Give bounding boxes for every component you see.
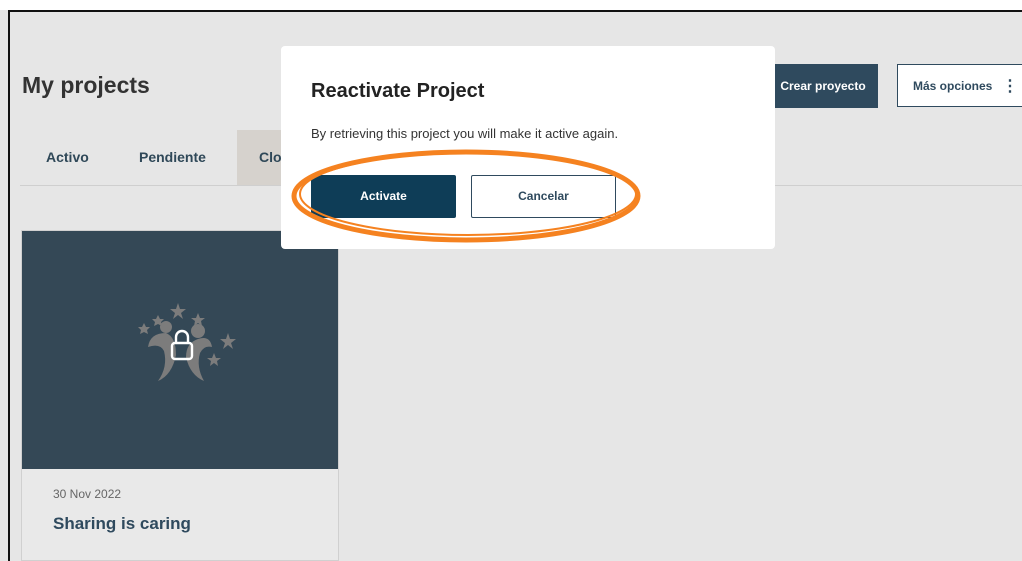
project-card[interactable]: 30 Nov 2022 Sharing is caring xyxy=(21,230,339,561)
project-date: 30 Nov 2022 xyxy=(53,487,122,501)
project-card-image xyxy=(22,231,338,469)
project-title[interactable]: Sharing is caring xyxy=(53,514,191,534)
tab-pendiente[interactable]: Pendiente xyxy=(139,130,206,185)
reactivate-project-dialog: Reactivate Project By retrieving this pr… xyxy=(281,46,775,249)
tab-activo[interactable]: Activo xyxy=(46,130,89,185)
screenshot-frame xyxy=(0,0,1022,10)
create-project-button[interactable]: Crear proyecto xyxy=(768,64,878,108)
activate-button[interactable]: Activate xyxy=(311,175,456,218)
more-options-label: Más opciones xyxy=(913,79,993,93)
dialog-message: By retrieving this project you will make… xyxy=(311,126,619,141)
vertical-dots-icon: ⋮ xyxy=(1002,78,1018,95)
more-options-button[interactable]: Más opciones ⋮ xyxy=(897,64,1022,107)
page-title: My projects xyxy=(22,72,150,98)
cancel-button[interactable]: Cancelar xyxy=(471,175,616,218)
dialog-title: Reactivate Project xyxy=(311,80,485,102)
lock-icon xyxy=(138,303,236,381)
